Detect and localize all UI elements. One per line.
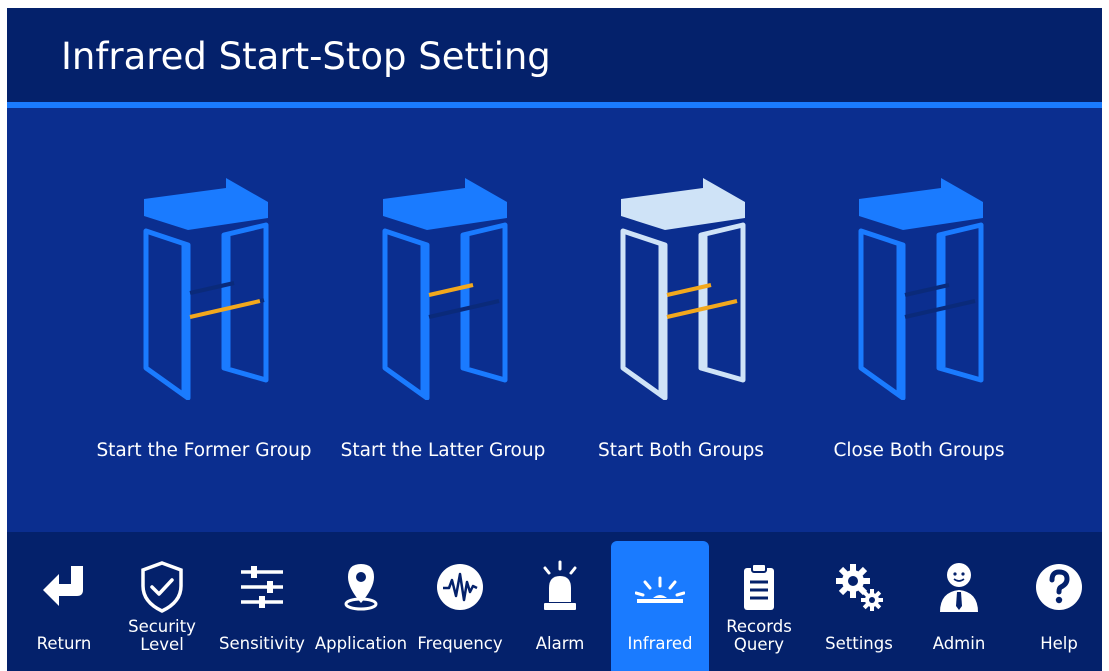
sliders-icon — [241, 566, 283, 608]
gate-both-icon — [620, 178, 746, 400]
option-close-both-groups[interactable]: Close Both Groups — [799, 168, 1039, 468]
option-label: Start Both Groups — [598, 440, 764, 461]
toolbar-label-line1: Security — [128, 617, 196, 636]
admin-person-icon — [940, 563, 978, 612]
gate-none-icon — [858, 178, 984, 400]
toolbar-admin-button[interactable]: Admin — [910, 532, 1008, 671]
toolbar-label-line2: Level — [140, 635, 184, 654]
toolbar-security-level-button[interactable]: Security Level — [113, 532, 211, 671]
return-icon — [43, 566, 83, 606]
toolbar-frequency-button[interactable]: Frequency — [411, 532, 509, 671]
toolbar-application-button[interactable]: Application — [312, 532, 410, 671]
option-start-latter-group[interactable]: Start the Latter Group — [323, 168, 563, 468]
alarm-light-icon — [543, 560, 577, 610]
toolbar-records-query-button[interactable]: Records Query — [710, 532, 808, 671]
option-label: Start the Former Group — [96, 440, 312, 461]
toolbar-sensitivity-button[interactable]: Sensitivity — [213, 532, 311, 671]
option-start-former-group[interactable]: Start the Former Group — [84, 168, 324, 468]
option-label: Start the Latter Group — [340, 440, 546, 461]
gears-icon — [836, 564, 883, 611]
waveform-icon — [437, 564, 483, 610]
gate-former-icon — [143, 178, 269, 400]
toolbar-infrared-button[interactable]: Infrared — [611, 541, 709, 671]
option-start-both-groups[interactable]: Start Both Groups — [561, 168, 801, 468]
location-pin-icon — [344, 564, 378, 611]
screen: Infrared Start-Stop Setting Start the Fo… — [7, 8, 1102, 671]
toolbar-settings-button[interactable]: Settings — [810, 532, 908, 671]
page-title: Infrared Start-Stop Setting — [61, 35, 551, 78]
gate-latter-icon — [382, 178, 508, 400]
help-icon — [1036, 564, 1082, 610]
toolbar-label: Help — [1040, 634, 1078, 653]
clipboard-icon — [744, 563, 774, 610]
toolbar-label-line1: Records — [726, 617, 792, 636]
bottom-toolbar: Return Security Level Sensitivity Applic… — [7, 532, 1102, 671]
toolbar-help-button[interactable]: Help — [1010, 532, 1102, 671]
header-bar: Infrared Start-Stop Setting — [7, 8, 1102, 102]
toolbar-return-button[interactable]: Return — [15, 532, 113, 671]
toolbar-alarm-button[interactable]: Alarm — [511, 532, 609, 671]
toolbar-label-line2: Query — [733, 635, 785, 654]
option-label: Close Both Groups — [833, 440, 1005, 461]
header-divider — [7, 102, 1102, 108]
shield-check-icon — [141, 561, 183, 613]
infrared-icon — [635, 576, 685, 603]
